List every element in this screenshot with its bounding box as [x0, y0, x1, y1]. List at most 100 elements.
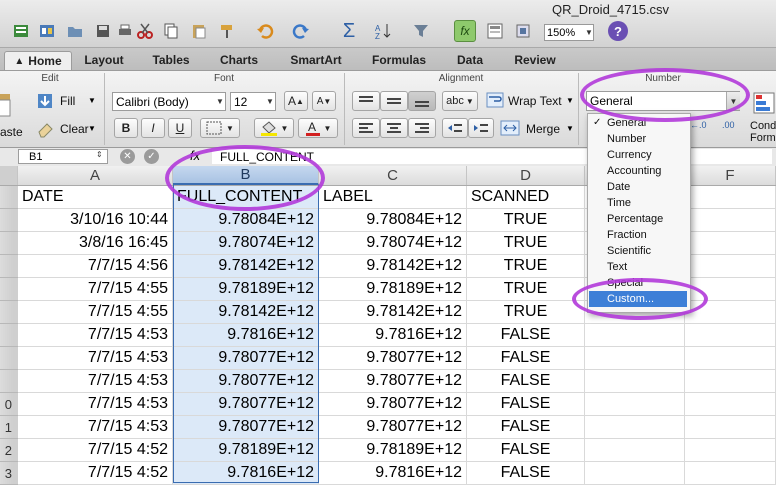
- cell[interactable]: 7/7/15 4:52: [18, 462, 173, 485]
- cell[interactable]: [585, 370, 685, 393]
- decrease-font-button[interactable]: A ▼: [312, 91, 336, 111]
- cell[interactable]: [585, 347, 685, 370]
- cell[interactable]: 7/7/15 4:56: [18, 255, 173, 278]
- cell[interactable]: FALSE: [467, 439, 585, 462]
- row-number[interactable]: [0, 232, 13, 255]
- cancel-icon[interactable]: ✕: [120, 149, 135, 164]
- copy-icon[interactable]: [160, 20, 182, 42]
- decrease-indent-button[interactable]: [442, 118, 468, 138]
- chevron-down-icon[interactable]: ▼: [566, 124, 574, 133]
- cell[interactable]: 9.78077E+12: [319, 347, 467, 370]
- align-bottom-button[interactable]: [408, 91, 436, 111]
- name-box[interactable]: B1: [18, 149, 108, 164]
- confirm-icon[interactable]: ✓: [144, 149, 159, 164]
- cell[interactable]: 9.78189E+12: [319, 278, 467, 301]
- chevron-down-icon[interactable]: ▼: [264, 92, 276, 111]
- cut-icon[interactable]: [134, 20, 156, 42]
- cell[interactable]: 9.78189E+12: [319, 439, 467, 462]
- new-workbook-icon[interactable]: [10, 20, 32, 42]
- cell[interactable]: 9.7816E+12: [173, 462, 319, 485]
- cell[interactable]: [685, 255, 776, 278]
- menu-item-scientific[interactable]: Scientific: [607, 243, 651, 259]
- print-icon[interactable]: [114, 20, 136, 42]
- tab-data[interactable]: Data: [444, 51, 496, 69]
- row-number[interactable]: [0, 370, 13, 393]
- decrease-decimal-icon[interactable]: .00: [722, 120, 746, 134]
- menu-item-number[interactable]: Number: [607, 131, 646, 147]
- row-number[interactable]: 2: [0, 439, 13, 462]
- cell[interactable]: 9.78077E+12: [319, 370, 467, 393]
- cell[interactable]: TRUE: [467, 209, 585, 232]
- wrap-text-button[interactable]: Wrap Text: [508, 92, 562, 110]
- toolbox-icon[interactable]: [512, 20, 534, 42]
- cell[interactable]: 9.78077E+12: [173, 347, 319, 370]
- tab-smartart[interactable]: SmartArt: [278, 51, 354, 69]
- cell[interactable]: [685, 347, 776, 370]
- cell[interactable]: 9.78077E+12: [319, 393, 467, 416]
- cell[interactable]: 7/7/15 4:53: [18, 416, 173, 439]
- row-number[interactable]: [0, 324, 13, 347]
- orientation-button[interactable]: abc ▼: [442, 91, 478, 111]
- chevron-updown-icon[interactable]: ⇕: [96, 150, 103, 159]
- paste-label[interactable]: aste: [0, 124, 23, 140]
- column-header-a[interactable]: A: [18, 166, 173, 185]
- chevron-down-icon[interactable]: ▼: [214, 92, 226, 111]
- paste-big-icon[interactable]: [0, 92, 12, 118]
- cell[interactable]: 7/7/15 4:53: [18, 393, 173, 416]
- cell[interactable]: [685, 232, 776, 255]
- tab-layout[interactable]: Layout: [74, 51, 134, 69]
- cell[interactable]: [585, 416, 685, 439]
- cell[interactable]: 9.78142E+12: [319, 255, 467, 278]
- cell[interactable]: 9.78074E+12: [173, 232, 319, 255]
- cell[interactable]: LABEL: [319, 186, 467, 209]
- increase-font-button[interactable]: A ▲: [284, 91, 308, 111]
- cell[interactable]: 9.78142E+12: [173, 301, 319, 324]
- font-name-field[interactable]: Calibri (Body): [112, 92, 226, 111]
- cell[interactable]: FALSE: [467, 416, 585, 439]
- cell[interactable]: 9.78084E+12: [173, 209, 319, 232]
- cell[interactable]: [685, 416, 776, 439]
- save-icon[interactable]: [92, 20, 114, 42]
- cond-format-label-2[interactable]: Form: [750, 132, 776, 144]
- menu-item-accounting[interactable]: Accounting: [607, 163, 661, 179]
- cell[interactable]: [585, 439, 685, 462]
- filter-icon[interactable]: [410, 20, 432, 42]
- templates-icon[interactable]: [36, 20, 58, 42]
- redo-icon[interactable]: [290, 20, 312, 42]
- cell[interactable]: 9.7816E+12: [319, 324, 467, 347]
- menu-item-percentage[interactable]: Percentage: [607, 211, 663, 227]
- align-center-button[interactable]: [380, 118, 408, 138]
- cell[interactable]: TRUE: [467, 255, 585, 278]
- fill-button[interactable]: Fill: [60, 92, 75, 110]
- cell[interactable]: TRUE: [467, 278, 585, 301]
- cell[interactable]: 7/7/15 4:53: [18, 347, 173, 370]
- row-number[interactable]: 1: [0, 416, 13, 439]
- cell[interactable]: 9.78077E+12: [173, 416, 319, 439]
- borders-button[interactable]: ▼: [200, 118, 240, 138]
- chevron-down-icon[interactable]: ▼: [88, 96, 96, 105]
- cell[interactable]: [685, 209, 776, 232]
- menu-item-currency[interactable]: Currency: [607, 147, 652, 163]
- cell[interactable]: 9.78084E+12: [319, 209, 467, 232]
- align-right-button[interactable]: [408, 118, 436, 138]
- chevron-down-icon[interactable]: ▼: [583, 24, 595, 41]
- cell[interactable]: 9.78189E+12: [173, 439, 319, 462]
- chevron-down-icon[interactable]: ▼: [566, 96, 574, 105]
- increase-decimal-icon[interactable]: ←.0: [690, 120, 710, 134]
- cell[interactable]: 9.7816E+12: [173, 324, 319, 347]
- merge-button[interactable]: Merge: [526, 120, 560, 138]
- cell[interactable]: TRUE: [467, 232, 585, 255]
- cell[interactable]: 7/7/15 4:55: [18, 278, 173, 301]
- row-number[interactable]: [0, 278, 13, 301]
- menu-item-time[interactable]: Time: [607, 195, 631, 211]
- menu-item-fraction[interactable]: Fraction: [607, 227, 647, 243]
- tab-review[interactable]: Review: [504, 51, 566, 69]
- bold-button[interactable]: B: [114, 118, 138, 138]
- tab-tables[interactable]: Tables: [140, 51, 202, 69]
- cell[interactable]: 7/7/15 4:53: [18, 324, 173, 347]
- row-number[interactable]: [0, 186, 13, 209]
- sort-icon[interactable]: AZ: [372, 20, 394, 42]
- cell[interactable]: 7/7/15 4:52: [18, 439, 173, 462]
- cell[interactable]: FALSE: [467, 370, 585, 393]
- cell[interactable]: FALSE: [467, 393, 585, 416]
